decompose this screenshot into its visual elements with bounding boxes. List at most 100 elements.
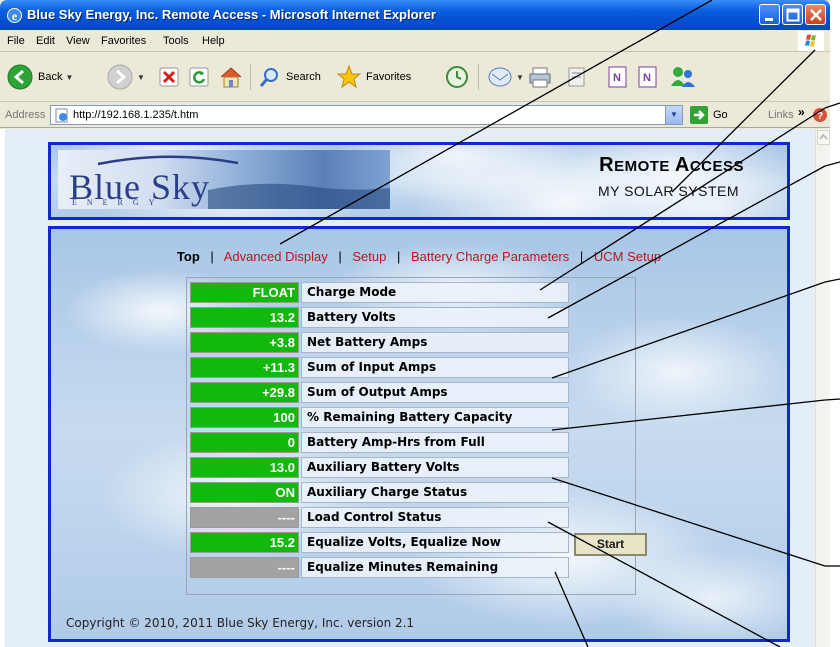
windows-flag-icon xyxy=(798,31,824,51)
header-banner: Blue Sky ENERGY REMOTE ACCESS MY SOLAR S… xyxy=(48,142,790,220)
nav-link-setup[interactable]: Setup xyxy=(352,249,386,264)
page-subtitle: MY SOLAR SYSTEM xyxy=(597,183,739,199)
nav-link-battery-charge-parameters[interactable]: Battery Charge Parameters xyxy=(411,249,569,264)
status-value: 15.2 xyxy=(190,532,299,553)
refresh-button[interactable] xyxy=(188,61,210,93)
status-value: 13.2 xyxy=(190,307,299,328)
status-label: Sum of Output Amps xyxy=(301,382,569,403)
toolbar-chevron-icon[interactable]: » xyxy=(798,105,805,119)
status-panel: Top | Advanced Display | Setup | Battery… xyxy=(48,226,790,642)
status-label: Battery Amp-Hrs from Full xyxy=(301,432,569,453)
print-button[interactable] xyxy=(527,61,553,93)
title-ccess: CCESS xyxy=(689,158,744,175)
page-title: REMOTE ACCESS xyxy=(599,154,744,177)
minimize-icon xyxy=(765,18,773,21)
status-label: Load Control Status xyxy=(301,507,569,528)
title-bar[interactable]: e Blue Sky Energy, Inc. Remote Access - … xyxy=(0,0,830,30)
search-icon xyxy=(259,68,278,87)
nav-link-ucm-setup[interactable]: UCM Setup xyxy=(594,249,661,264)
menu-help[interactable]: Help xyxy=(202,35,225,47)
go-button[interactable]: Go xyxy=(690,106,728,124)
home-button[interactable] xyxy=(218,61,244,93)
status-value: +29.8 xyxy=(190,382,299,403)
nav-top-current: Top xyxy=(176,249,200,264)
back-dropdown-icon[interactable]: ▼ xyxy=(65,73,73,82)
scroll-up-button[interactable] xyxy=(817,130,830,145)
status-value: ---- xyxy=(190,507,299,528)
mail-icon xyxy=(488,67,512,87)
back-button[interactable]: Back ▼ xyxy=(6,61,73,93)
svg-text:e: e xyxy=(12,9,18,23)
status-label: Auxiliary Battery Volts xyxy=(301,457,569,478)
title-emote: EMOTE xyxy=(614,158,670,175)
edit-button[interactable] xyxy=(565,61,589,93)
status-value: ---- xyxy=(190,557,299,578)
refresh-icon xyxy=(189,67,209,87)
onenote-send-button[interactable]: N xyxy=(636,61,660,93)
onenote-button[interactable]: N xyxy=(606,61,630,93)
status-label: Battery Volts xyxy=(301,307,569,328)
search-button[interactable]: Search xyxy=(258,61,321,93)
history-icon xyxy=(446,66,468,88)
help-icon[interactable]: ? xyxy=(812,106,830,124)
close-button[interactable] xyxy=(805,4,826,25)
back-arrow-icon xyxy=(7,64,33,90)
menu-edit[interactable]: Edit xyxy=(36,35,55,47)
messenger-button[interactable] xyxy=(668,61,698,93)
status-label: % Remaining Battery Capacity xyxy=(301,407,569,428)
mail-dropdown-icon[interactable]: ▼ xyxy=(516,73,524,82)
onenote-icon: N xyxy=(608,66,627,88)
nav-separator: | xyxy=(579,249,584,264)
menu-bar: File Edit View Favorites Tools Help xyxy=(0,30,830,52)
nav-link-advanced-display[interactable]: Advanced Display xyxy=(224,249,328,264)
links-label[interactable]: Links xyxy=(768,109,794,121)
status-value: 13.0 xyxy=(190,457,299,478)
forward-button[interactable]: ▼ xyxy=(106,61,145,93)
history-button[interactable] xyxy=(445,61,469,93)
title-a: A xyxy=(674,154,690,176)
toolbar: Back ▼ ▼ Search Favorites ▼ N N xyxy=(0,52,830,102)
maximize-icon xyxy=(786,8,800,22)
browser-window: e Blue Sky Energy, Inc. Remote Access - … xyxy=(0,0,830,647)
page-content: Blue Sky ENERGY REMOTE ACCESS MY SOLAR S… xyxy=(0,129,830,647)
toolbar-separator xyxy=(250,64,251,90)
address-input[interactable]: http://192.168.1.235/t.htm ▼ xyxy=(50,105,683,125)
address-dropdown-icon[interactable]: ▼ xyxy=(665,106,682,124)
menu-view[interactable]: View xyxy=(66,35,90,47)
title-r: R xyxy=(599,154,615,176)
status-value: FLOAT xyxy=(190,282,299,303)
forward-dropdown-icon[interactable]: ▼ xyxy=(137,73,145,82)
favorites-button[interactable]: Favorites xyxy=(336,61,411,93)
nav-bar: Top | Advanced Display | Setup | Battery… xyxy=(51,249,787,264)
status-table: FLOAT Charge Mode 13.2 Battery Volts +3.… xyxy=(186,277,647,595)
nav-separator: | xyxy=(397,249,401,264)
print-icon xyxy=(529,67,551,88)
status-value: +3.8 xyxy=(190,332,299,353)
edit-page-icon xyxy=(568,67,585,87)
favorites-label: Favorites xyxy=(366,71,412,83)
internet-explorer-icon: e xyxy=(7,8,22,23)
equalize-start-button[interactable]: Start xyxy=(574,533,647,556)
search-label: Search xyxy=(286,71,321,83)
go-label: Go xyxy=(713,109,728,121)
menu-file[interactable]: File xyxy=(7,35,25,47)
stop-button[interactable] xyxy=(158,61,180,93)
scroll-up-icon xyxy=(819,133,828,140)
minimize-button[interactable] xyxy=(759,4,780,25)
maximize-button[interactable] xyxy=(782,4,803,25)
logo-subtext: ENERGY xyxy=(72,198,165,207)
svg-text:?: ? xyxy=(817,111,823,122)
status-value: +11.3 xyxy=(190,357,299,378)
status-label: Equalize Volts, Equalize Now xyxy=(301,532,569,553)
status-label: Net Battery Amps xyxy=(301,332,569,353)
mail-button[interactable]: ▼ xyxy=(487,61,524,93)
menu-favorites[interactable]: Favorites xyxy=(101,35,146,47)
toolbar-separator xyxy=(478,64,479,90)
nav-separator: | xyxy=(210,249,214,264)
status-label: Charge Mode xyxy=(301,282,569,303)
company-logo: Blue Sky ENERGY xyxy=(58,150,390,209)
favorites-star-icon xyxy=(336,64,362,89)
vertical-scrollbar[interactable] xyxy=(815,129,830,647)
address-url: http://192.168.1.235/t.htm xyxy=(73,109,199,121)
menu-tools[interactable]: Tools xyxy=(163,35,189,47)
